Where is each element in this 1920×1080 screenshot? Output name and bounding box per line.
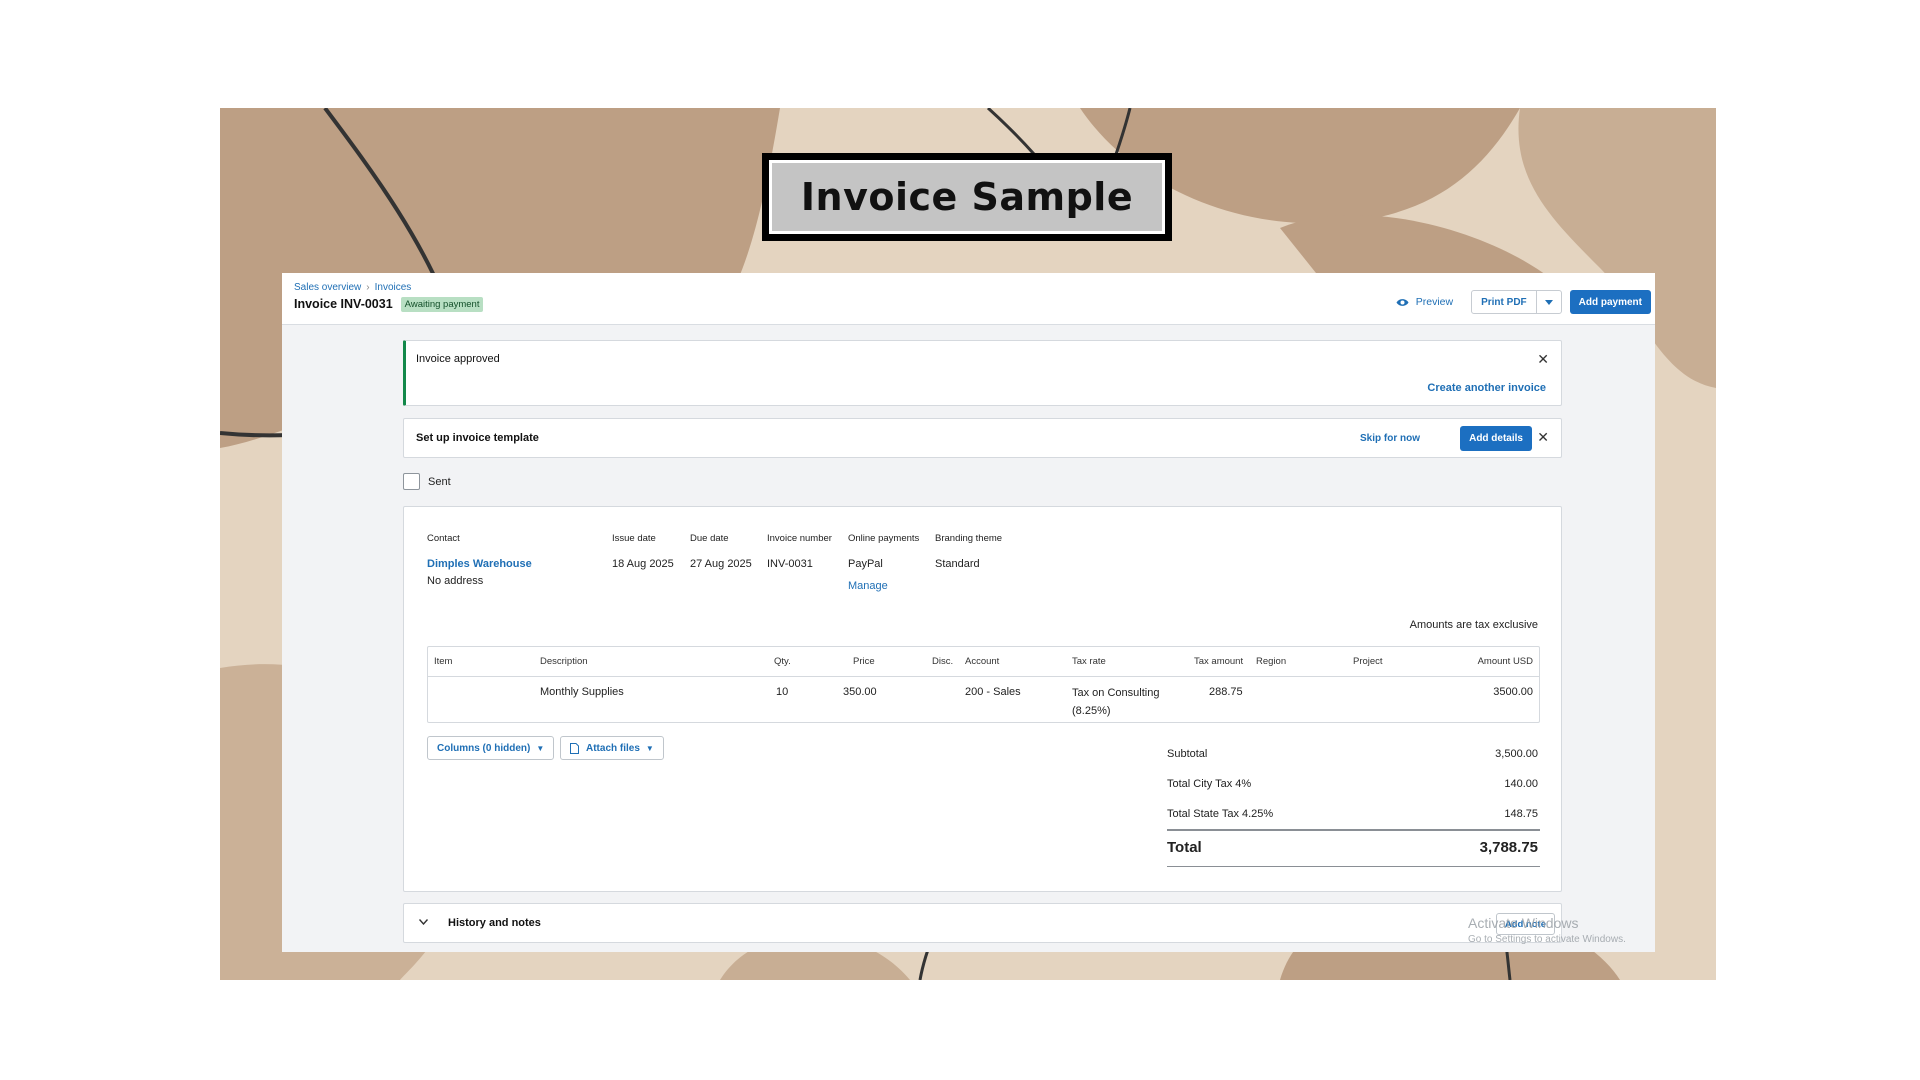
invoice-details-card: Contact Dimples Warehouse No address Iss… [403,506,1562,892]
page-title: Invoice INV-0031 Awaiting payment [294,297,484,312]
column-header-amount: Amount USD [1477,656,1533,667]
column-header-item: Item [434,656,453,667]
online-payments-header: Online payments [848,533,920,544]
print-pdf-button[interactable]: Print PDF [1471,290,1562,314]
state-tax-label: Total State Tax 4.25% [1167,808,1274,820]
history-and-notes-label: History and notes [448,917,541,929]
column-header-description: Description [540,656,588,667]
columns-dropdown-button[interactable]: Columns (0 hidden) ▼ [427,736,555,760]
activate-windows-watermark: Activate Windows Go to Settings to activ… [1468,915,1626,945]
slide-title-box: Invoice Sample [762,153,1172,241]
page-header: Sales overview › Invoices Invoice INV-0031… [282,273,1655,325]
totals-divider [1167,829,1540,831]
sent-label: Sent [428,475,451,488]
column-header-account: Account [965,656,1000,667]
status-badge: Awaiting payment [400,297,484,312]
line-items-table: Item Description Qty. Price Disc. Accoun… [427,646,1540,723]
contact-header: Contact [427,533,460,544]
city-tax-label: Total City Tax 4% [1167,778,1252,790]
invoice-number-value: INV-0031 [767,558,813,570]
cell-description[interactable]: Monthly Supplies [540,686,624,698]
history-and-notes-section[interactable]: History and notes Add note [403,903,1562,943]
approved-message: Invoice approved [416,353,500,365]
contact-address: No address [427,575,484,587]
chevron-down-icon: ▼ [645,743,654,753]
invoice-number-header: Invoice number [767,533,832,544]
add-payment-button[interactable]: Add payment [1569,290,1651,314]
eye-icon [1396,298,1409,306]
branding-theme-header: Branding theme [935,533,1003,544]
contact-name-link[interactable]: Dimples Warehouse [427,558,532,570]
breadcrumb: Sales overview › Invoices [294,282,411,293]
due-date-value: 27 Aug 2025 [690,558,752,570]
column-header-disc: Disc. [932,656,954,667]
sent-checkbox-row: Sent [403,473,451,490]
total-value: 3,788.75 [1479,839,1538,856]
add-details-button[interactable]: Add details [1460,426,1532,451]
cell-account[interactable]: 200 - Sales [965,686,1021,698]
breadcrumb-invoices[interactable]: Invoices [375,282,412,293]
column-header-project: Project [1353,656,1383,667]
sent-checkbox[interactable] [403,473,420,490]
cell-price[interactable]: 350.00 [843,686,877,698]
chevron-down-icon: ▼ [536,743,545,753]
issue-date-header: Issue date [612,533,656,544]
subtotal-label: Subtotal [1167,748,1208,760]
column-header-tax-rate: Tax rate [1072,656,1106,667]
subtotal-value: 3,500.00 [1495,748,1538,760]
column-header-region: Region [1256,656,1287,667]
preview-button[interactable]: Preview [1396,296,1453,308]
branding-theme-value: Standard [935,558,980,570]
slide-title: Invoice Sample [800,175,1134,219]
issue-date-value: 18 Aug 2025 [612,558,674,570]
cell-amount[interactable]: 3500.00 [1493,686,1533,698]
online-payments-value: PayPal [848,558,883,570]
cell-qty[interactable]: 10 [776,686,788,698]
breadcrumb-separator-icon: › [366,282,370,293]
city-tax-value: 140.00 [1504,778,1538,790]
total-underline [1167,866,1540,867]
cell-tax-amount[interactable]: 288.75 [1209,686,1243,698]
column-header-price: Price [853,656,875,667]
tax-mode-label[interactable]: Amounts are tax exclusive [1410,619,1538,631]
breadcrumb-sales-overview[interactable]: Sales overview [294,282,361,293]
state-tax-value: 148.75 [1504,808,1538,820]
close-icon[interactable]: ✕ [1537,429,1549,446]
create-another-invoice-link[interactable]: Create another invoice [1427,382,1546,394]
file-icon [570,742,579,754]
due-date-header: Due date [690,533,729,544]
column-header-qty: Qty. [774,656,791,667]
template-banner-label: Set up invoice template [416,432,539,444]
invoice-approved-banner: Invoice approved ✕ Create another invoic… [403,340,1562,406]
skip-for-now-link[interactable]: Skip for now [1360,433,1420,444]
invoice-template-banner: Set up invoice template Skip for now Add… [403,418,1562,458]
invoice-app-window: Sales overview › Invoices Invoice INV-0031… [282,273,1655,952]
print-options-chevron-down-icon[interactable] [1535,291,1561,313]
attach-files-button[interactable]: Attach files ▼ [560,736,664,760]
close-icon[interactable]: ✕ [1537,351,1549,368]
total-label: Total [1167,839,1202,856]
chevron-down-icon[interactable] [418,917,429,928]
cell-tax-rate[interactable]: Tax on Consulting (8.25%) [1072,684,1168,720]
column-header-tax-amount: Tax amount [1194,656,1244,667]
manage-payments-link[interactable]: Manage [848,580,888,592]
table-header-row: Item Description Qty. Price Disc. Accoun… [428,647,1539,677]
